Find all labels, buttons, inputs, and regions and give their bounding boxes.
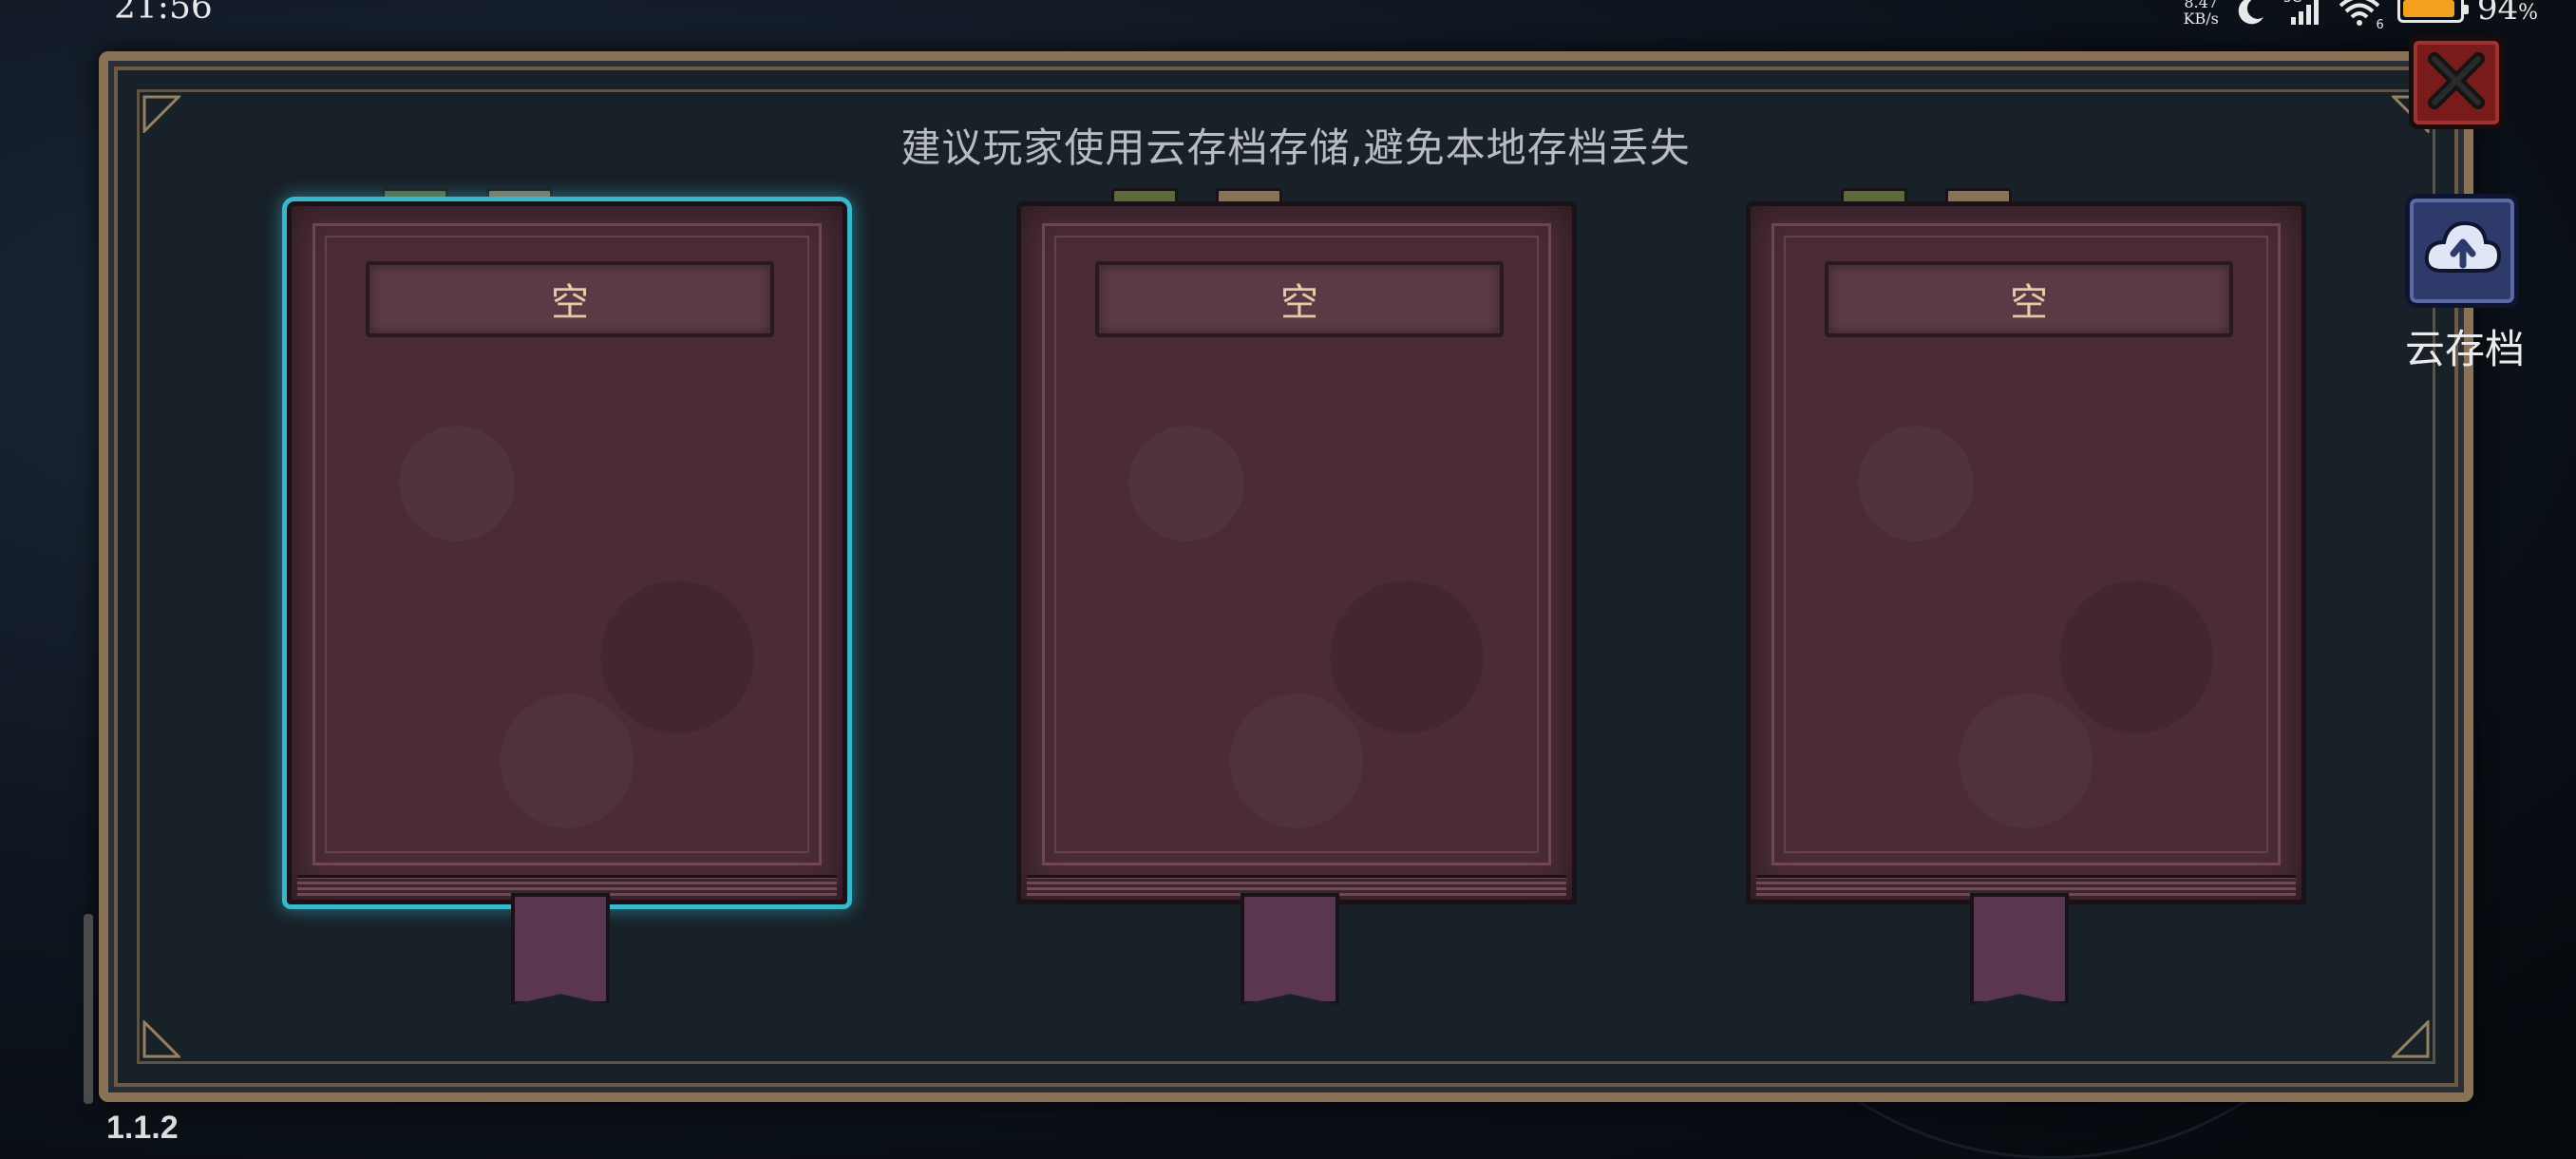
cloud-save-hint: 建议玩家使用云存档存储,避免本地存档丢失 (900, 124, 1691, 171)
book-pages (297, 875, 837, 896)
save-select-dialog: 建议玩家使用云存档存储,避免本地存档丢失 空 空 空 (99, 51, 2473, 1102)
book-cover: 空 (287, 201, 847, 904)
book-cover: 空 (1016, 201, 1577, 904)
status-time: 21:56 (114, 0, 213, 27)
close-icon (2427, 51, 2486, 114)
version-label: 1.1.2 (106, 1110, 179, 1146)
book-pages (1756, 875, 2296, 896)
cloud-save-button[interactable] (2405, 194, 2519, 308)
save-slot-label: 空 (1095, 261, 1504, 337)
side-handle (84, 914, 93, 1104)
cloud-upload-icon (2421, 216, 2503, 286)
signal-icon: 5G (2283, 0, 2321, 27)
book-cover: 空 (1746, 201, 2306, 904)
status-indicators: 8.47 KB/s 5G 6 (2183, 0, 2538, 32)
cloud-save-label: 云存档 (2404, 326, 2525, 372)
moon-icon (2232, 0, 2270, 27)
save-slot-1[interactable]: 空 (287, 188, 847, 1009)
corner-ornament-icon (142, 1018, 182, 1058)
battery-level (2402, 0, 2455, 17)
save-slot-label: 空 (366, 261, 774, 337)
status-bar: 21:56 8.47 KB/s 5G 6 (0, 0, 2576, 38)
bookmark-ribbon (1970, 893, 2069, 1005)
battery-percent: 94% (2476, 0, 2538, 28)
book-pages (1027, 875, 1566, 896)
wifi-icon: 6 (2335, 0, 2384, 32)
corner-ornament-icon (2390, 1018, 2430, 1058)
close-button[interactable] (2409, 36, 2504, 129)
network-speed: 8.47 KB/s (2183, 0, 2219, 28)
bookmark-ribbon (1241, 893, 1339, 1005)
save-slot-label: 空 (1825, 261, 2233, 337)
save-slot-2[interactable]: 空 (1016, 188, 1577, 1009)
bookmark-ribbon (511, 893, 610, 1005)
save-slot-3[interactable]: 空 (1746, 188, 2306, 1009)
battery-icon (2396, 0, 2469, 23)
